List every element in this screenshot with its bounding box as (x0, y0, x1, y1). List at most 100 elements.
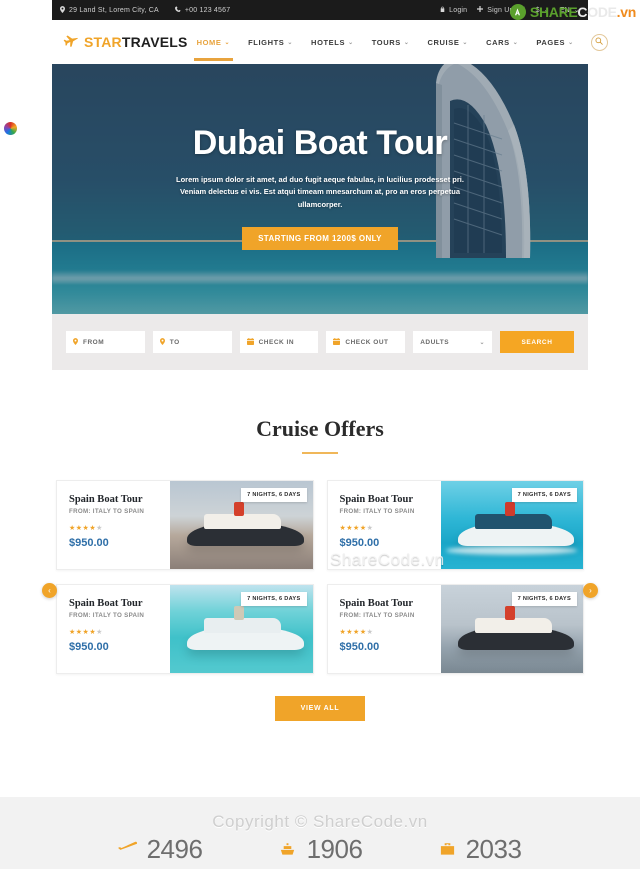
offer-card[interactable]: Spain Boat Tour FROM: ITALY TO SPAIN ★★★… (56, 480, 314, 570)
offer-route: FROM: ITALY TO SPAIN (339, 612, 415, 619)
stars-filled: ★★★★ (339, 525, 367, 532)
nav-label: TOURS (371, 37, 401, 47)
to-input[interactable]: TO (152, 331, 232, 353)
location-pin-icon (159, 337, 165, 347)
to-placeholder: TO (169, 338, 180, 346)
stat-packages: 2033 (400, 834, 560, 865)
suitcase-icon (439, 841, 456, 859)
sharecode-tld: .vn (616, 4, 637, 20)
chevron-down-icon: ⌄ (512, 39, 519, 46)
offer-image: 7 NIGHTS, 6 DAYS (440, 585, 583, 673)
rating-stars: ★★★★★ (69, 628, 170, 636)
checkin-placeholder: CHECK IN (258, 338, 295, 346)
carousel-prev-button[interactable]: ‹ (42, 583, 57, 598)
offer-card-body: Spain Boat Tour FROM: ITALY TO SPAIN ★★★… (57, 585, 170, 673)
adults-value: ADULTS (420, 338, 450, 346)
site-column: 29 Land St, Lorem City, CA +00 123 4567 … (52, 0, 608, 721)
offer-card-body: Spain Boat Tour FROM: ITALY TO SPAIN ★★★… (328, 585, 441, 673)
section-divider (302, 452, 338, 454)
top-bar: 29 Land St, Lorem City, CA +00 123 4567 … (52, 0, 588, 20)
login-label: Login (449, 6, 468, 14)
search-submit-button[interactable]: SEARCH (499, 331, 574, 353)
offer-route: FROM: ITALY TO SPAIN (69, 612, 145, 619)
nav-label: PAGES (536, 37, 566, 47)
nav-item-hotels[interactable]: HOTELS ⌄ (302, 24, 363, 61)
chevron-down-icon: ⌄ (224, 39, 231, 46)
nav-item-cars[interactable]: CARS ⌄ (477, 24, 527, 61)
nav-label: CARS (486, 37, 510, 47)
brand-name: STARTRAVELS (84, 34, 188, 50)
chevron-down-icon: ⌄ (403, 39, 410, 46)
chevron-down-icon: ⌄ (348, 39, 354, 46)
offer-card[interactable]: Spain Boat Tour FROM: ITALY TO SPAIN ★★★… (56, 584, 314, 674)
carousel-next-button[interactable]: › (583, 583, 598, 598)
boat-funnel-shape (234, 502, 245, 517)
topbar-address: 29 Land St, Lorem City, CA (60, 5, 159, 15)
from-placeholder: FROM (83, 338, 105, 346)
stat-value: 1906 (306, 834, 363, 864)
rating-stars: ★★★★★ (340, 628, 441, 636)
wake-shape (446, 546, 578, 555)
location-pin-icon (60, 5, 65, 15)
rating-stars: ★★★★★ (340, 524, 441, 532)
header-search-button[interactable] (590, 33, 608, 51)
chevron-down-icon: ⌄ (568, 39, 574, 46)
hero-subtitle: Lorem ipsum dolor sit amet, ad duo fugit… (176, 175, 464, 209)
stats-footer: 2496 1906 2033 (0, 797, 640, 869)
view-all-button[interactable]: VIEW ALL (274, 696, 366, 721)
offer-price: $950.00 (69, 537, 109, 549)
topbar-phone-text: +00 123 4567 (184, 6, 231, 14)
boat-deck-shape (204, 513, 282, 530)
boat-funnel-shape (504, 502, 515, 517)
brand-name-first: STAR (84, 34, 122, 50)
chevron-down-icon: ⌄ (462, 39, 469, 46)
rating-stars: ★★★★★ (69, 524, 170, 532)
stat-value: 2496 (146, 834, 203, 864)
from-input[interactable]: FROM (66, 331, 145, 353)
chevron-down-icon: ⌄ (287, 39, 294, 46)
offer-badge: 7 NIGHTS, 6 DAYS (241, 592, 307, 606)
checkout-input[interactable]: CHECK OUT (326, 331, 406, 353)
signup-link[interactable]: Sign Up (477, 6, 513, 14)
adults-select[interactable]: ADULTS ⌄ (413, 331, 492, 353)
offer-price: $950.00 (339, 537, 380, 549)
hero-cta-button[interactable]: STARTING FROM 1200$ ONLY (242, 227, 398, 251)
ship-icon (278, 841, 297, 859)
offer-image: 7 NIGHTS, 6 DAYS (170, 481, 313, 569)
login-link[interactable]: Login (440, 6, 467, 14)
airplane-icon (62, 31, 82, 52)
nav-item-pages[interactable]: PAGES ⌄ (527, 24, 582, 61)
nav-item-flights[interactable]: FLIGHTS ⌄ (239, 24, 302, 61)
brand-logo[interactable]: STARTRAVELS (62, 31, 188, 52)
stars-empty: ★ (96, 525, 103, 532)
phone-icon (174, 6, 181, 14)
right-gutter (588, 0, 640, 869)
offer-card[interactable]: Spain Boat Tour FROM: ITALY TO SPAIN ★★★… (326, 584, 584, 674)
search-icon (595, 37, 603, 47)
offer-card[interactable]: Spain Boat Tour FROM: ITALY TO SPAIN ★★★… (326, 480, 584, 570)
sharecode-code: CODE (577, 4, 617, 20)
chevron-left-icon: ‹ (48, 586, 51, 595)
brand-name-second: TRAVELS (121, 34, 188, 50)
hero-title: Dubai Boat Tour (192, 124, 448, 162)
offer-price: $950.00 (339, 641, 380, 653)
nav-item-cruise[interactable]: CRUISE ⌄ (418, 24, 477, 61)
boat-funnel-shape (234, 606, 245, 621)
offer-title: Spain Boat Tour (339, 598, 414, 609)
offer-badge: 7 NIGHTS, 6 DAYS (241, 488, 307, 502)
offer-title: Spain Boat Tour (69, 598, 143, 609)
stars-filled: ★★★★ (69, 525, 97, 532)
stats-row: 2496 1906 2033 (0, 797, 640, 869)
checkin-input[interactable]: CHECK IN (239, 331, 319, 353)
nav-item-home[interactable]: HOME ⌄ (188, 24, 240, 61)
stars-filled: ★★★★ (339, 629, 367, 636)
stat-cruises: 1906 (240, 834, 400, 865)
offer-badge: 7 NIGHTS, 6 DAYS (511, 488, 577, 502)
sharecode-share: SHARE (529, 4, 578, 20)
nav-item-tours[interactable]: TOURS ⌄ (363, 24, 419, 61)
main-nav: HOME ⌄ FLIGHTS ⌄ HOTELS ⌄ TOURS ⌄ CRUISE (188, 24, 608, 61)
color-wheel-icon[interactable] (4, 122, 17, 135)
airplane-icon (117, 841, 137, 859)
view-all-wrapper: VIEW ALL (52, 696, 588, 721)
site-header: STARTRAVELS HOME ⌄ FLIGHTS ⌄ HOTELS ⌄ TO… (52, 20, 608, 64)
